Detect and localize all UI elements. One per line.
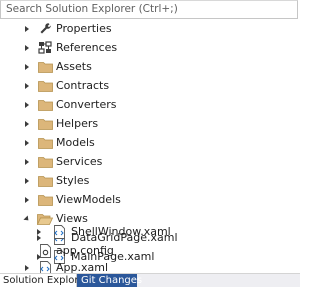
folder-icon: [37, 192, 53, 207]
tree-item-models[interactable]: Models: [0, 133, 300, 152]
expand-arrow-icon[interactable]: [22, 171, 32, 190]
expand-arrow-icon[interactable]: [22, 57, 32, 76]
config-file-icon: [37, 243, 53, 258]
tree-item-label: ViewModels: [56, 193, 121, 206]
tree-item-app-xaml[interactable]: App.xaml: [0, 258, 300, 273]
search-input[interactable]: Search Solution Explorer (Ctrl+;): [6, 3, 178, 15]
expand-arrow-icon[interactable]: [22, 95, 32, 114]
xaml-file-icon: [51, 224, 67, 239]
expand-arrow-icon[interactable]: [22, 114, 32, 133]
tree-item-label: ShellWindow.xaml: [71, 225, 171, 238]
folder-icon: [37, 97, 53, 112]
tree-item-references[interactable]: References: [0, 38, 300, 57]
expand-arrow-icon[interactable]: [22, 258, 32, 273]
tree-item-label: Assets: [56, 60, 92, 73]
expand-arrow-icon[interactable]: [22, 19, 32, 38]
tab-git-changes[interactable]: Git Changes: [77, 274, 142, 287]
tree-item-viewmodels[interactable]: ViewModels: [0, 190, 300, 209]
folder-icon: [37, 78, 53, 93]
expand-arrow-icon[interactable]: [22, 133, 32, 152]
tree-item-label: app.config: [56, 244, 114, 257]
tree-item-label: Helpers: [56, 117, 99, 130]
tree-item-shellwindow[interactable]: ShellWindow.xaml: [0, 222, 300, 241]
panel-tab-strip: Solution Explorer Git Changes: [0, 273, 300, 287]
tree-item-label: App.xaml: [56, 261, 109, 273]
tree-item-properties[interactable]: Properties: [0, 19, 300, 38]
search-box[interactable]: Search Solution Explorer (Ctrl+;): [0, 0, 298, 19]
tree-item-label: Models: [56, 136, 95, 149]
folder-icon: [37, 116, 53, 131]
references-icon: [37, 40, 53, 55]
tree-item-contracts[interactable]: Contracts: [0, 76, 300, 95]
tab-label: Git Changes: [81, 275, 143, 286]
tree-item-label: Properties: [56, 22, 112, 35]
tree-item-helpers[interactable]: Helpers: [0, 114, 300, 133]
wrench-icon: [37, 21, 53, 36]
tab-label: Solution Explorer: [3, 275, 89, 286]
folder-icon: [37, 135, 53, 150]
tree-item-services[interactable]: Services: [0, 152, 300, 171]
folder-icon: [37, 154, 53, 169]
tree-item-label: Styles: [56, 174, 90, 187]
expand-arrow-icon[interactable]: [34, 222, 44, 241]
folder-icon: [37, 173, 53, 188]
tree-item-label: Contracts: [56, 79, 110, 92]
tree-item-label: References: [56, 41, 118, 54]
tree-item-label: Converters: [56, 98, 117, 111]
tab-solution-explorer[interactable]: Solution Explorer: [0, 274, 89, 287]
expand-arrow-icon[interactable]: [22, 152, 32, 171]
expand-arrow-icon[interactable]: [22, 76, 32, 95]
tree-item-styles[interactable]: Styles: [0, 171, 300, 190]
tree-item-assets[interactable]: Assets: [0, 57, 300, 76]
xaml-file-icon: [37, 260, 53, 273]
expand-arrow-icon[interactable]: [22, 38, 32, 57]
folder-icon: [37, 59, 53, 74]
tree-item-label: Services: [56, 155, 103, 168]
tree-item-converters[interactable]: Converters: [0, 95, 300, 114]
expand-arrow-icon[interactable]: [22, 190, 32, 209]
